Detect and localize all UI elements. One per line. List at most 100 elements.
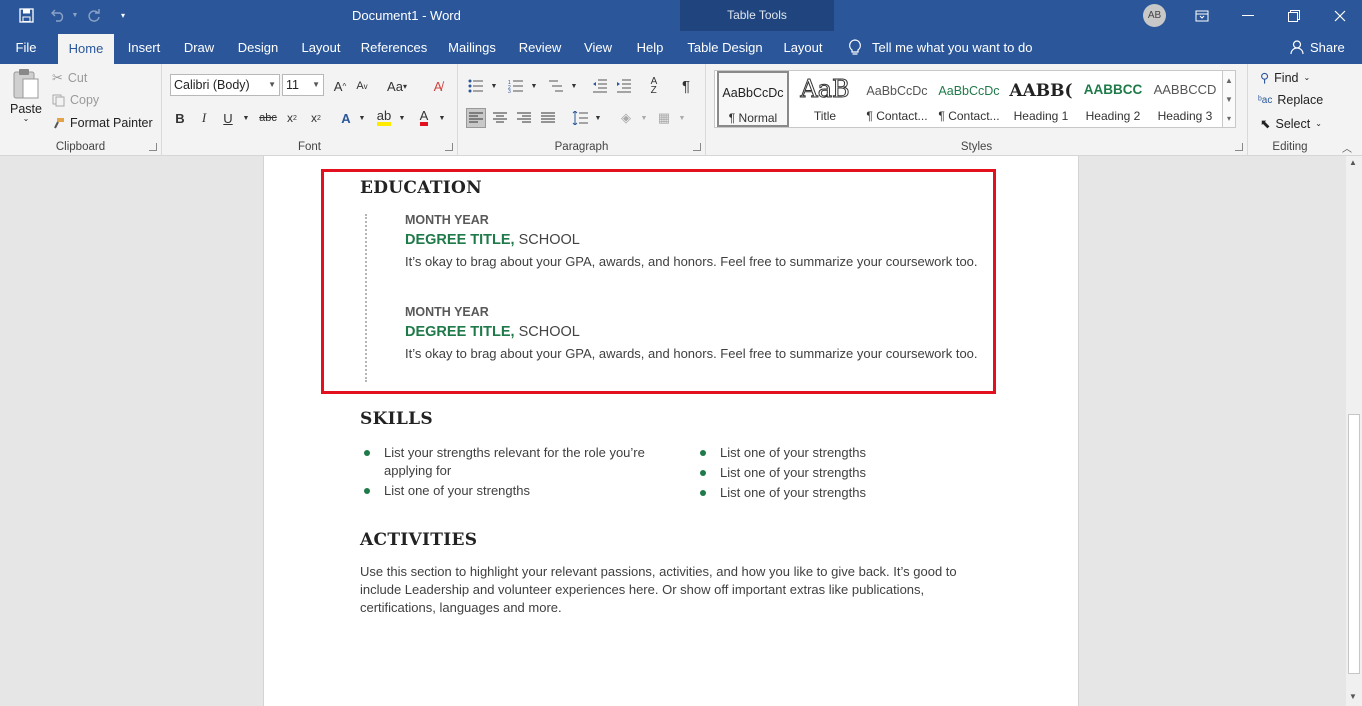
subscript-icon[interactable]: x2 bbox=[282, 108, 302, 128]
tab-table-design[interactable]: Table Design bbox=[684, 31, 766, 64]
superscript-icon[interactable]: x2 bbox=[306, 108, 326, 128]
decrease-indent-icon[interactable] bbox=[590, 76, 610, 96]
cut-button[interactable]: ✂ Cut bbox=[52, 70, 87, 86]
align-center-icon[interactable] bbox=[490, 108, 510, 128]
undo-dropdown-icon[interactable]: ▼ bbox=[70, 0, 80, 31]
tab-design[interactable]: Design bbox=[232, 31, 284, 64]
find-button[interactable]: ⚲ Find ⌄ bbox=[1260, 70, 1310, 86]
change-case-icon[interactable]: Aa ▾ bbox=[384, 76, 410, 96]
shading-icon[interactable]: ◈ bbox=[616, 108, 636, 128]
chevron-down-icon[interactable]: ▼ bbox=[564, 76, 584, 96]
multilevel-list-icon[interactable] bbox=[546, 76, 566, 96]
tab-help[interactable]: Help bbox=[630, 31, 670, 64]
font-group: Calibri (Body) ▼ 11 ▼ A ^ Av Aa ▾ A̸ B I U ▼… bbox=[162, 64, 458, 156]
style-contact-2[interactable]: AaBbCcDc ¶ Contact... bbox=[933, 71, 1005, 127]
tab-home[interactable]: Home bbox=[58, 34, 114, 64]
increase-indent-icon[interactable] bbox=[614, 76, 634, 96]
chevron-down-icon[interactable]: ▼ bbox=[392, 108, 412, 128]
ribbon: Paste ⌄ ✂ Cut Copy Format Painter Clipbo… bbox=[0, 64, 1362, 156]
line-spacing-icon[interactable] bbox=[570, 108, 590, 128]
dialog-launcher-icon[interactable] bbox=[693, 143, 701, 151]
tab-insert[interactable]: Insert bbox=[122, 31, 166, 64]
chevron-down-icon[interactable]: ▼ bbox=[352, 108, 372, 128]
style-name: Title bbox=[813, 109, 837, 123]
save-icon[interactable] bbox=[14, 0, 38, 31]
avatar[interactable]: AB bbox=[1143, 4, 1166, 27]
magnifier-icon: ⚲ bbox=[1260, 71, 1270, 85]
highlight-color-icon[interactable]: ab bbox=[374, 108, 394, 128]
document-page[interactable]: EDUCATION MONTH YEAR DEGREE TITLE, SCHOO… bbox=[263, 156, 1079, 706]
shrink-font-icon[interactable]: Av bbox=[352, 76, 372, 96]
numbering-icon[interactable]: 123 bbox=[506, 76, 526, 96]
style-title[interactable]: AaB Title bbox=[789, 71, 861, 127]
share-button[interactable]: Share bbox=[1290, 31, 1345, 64]
font-size-dropdown[interactable]: 11 ▼ bbox=[282, 74, 324, 96]
borders-icon[interactable]: ▦ bbox=[654, 108, 674, 128]
close-icon[interactable] bbox=[1328, 0, 1352, 31]
align-right-icon[interactable] bbox=[514, 108, 534, 128]
lightbulb-icon bbox=[849, 39, 861, 55]
degree-title: DEGREE TITLE, bbox=[405, 324, 515, 340]
paragraph-label: Paragraph bbox=[554, 141, 609, 153]
dialog-launcher-icon[interactable] bbox=[149, 143, 157, 151]
undo-icon[interactable] bbox=[46, 0, 70, 31]
pilcrow-icon[interactable]: ¶ bbox=[676, 76, 696, 96]
tab-file[interactable]: File bbox=[8, 31, 44, 64]
tab-draw[interactable]: Draw bbox=[178, 31, 220, 64]
align-left-icon[interactable] bbox=[466, 108, 486, 128]
bullets-icon[interactable] bbox=[466, 76, 486, 96]
minimize-icon[interactable] bbox=[1236, 0, 1260, 31]
chevron-down-icon[interactable]: ▼ bbox=[588, 108, 608, 128]
styles-scroll[interactable]: ▲ ▼ ▾ bbox=[1222, 70, 1236, 128]
font-name-dropdown[interactable]: Calibri (Body) ▼ bbox=[170, 74, 280, 96]
underline-icon[interactable]: U bbox=[218, 108, 238, 128]
chevron-down-icon[interactable]: ▼ bbox=[484, 76, 504, 96]
chevron-down-icon: ▼ bbox=[268, 80, 276, 89]
copy-button[interactable]: Copy bbox=[52, 93, 99, 107]
redo-icon[interactable] bbox=[84, 0, 104, 31]
style-heading-1[interactable]: AABB(Heading 1 bbox=[1005, 71, 1077, 127]
style-contact-1[interactable]: AaBbCcDc ¶ Contact... bbox=[861, 71, 933, 127]
font-color-icon[interactable]: A bbox=[414, 108, 434, 128]
collapse-ribbon-icon[interactable]: ︿ bbox=[1342, 140, 1352, 155]
scroll-up-icon[interactable]: ▲ bbox=[1349, 158, 1357, 167]
justify-icon[interactable] bbox=[538, 108, 558, 128]
tell-me-search[interactable]: Tell me what you want to do bbox=[848, 31, 1032, 64]
grow-font-icon[interactable]: A ^ bbox=[330, 76, 350, 96]
italic-icon[interactable]: I bbox=[194, 108, 214, 128]
replace-button[interactable]: ᵇac Replace bbox=[1258, 93, 1323, 107]
ribbon-display-options-icon[interactable] bbox=[1190, 0, 1214, 31]
paste-button[interactable]: Paste ⌄ bbox=[8, 68, 44, 123]
tab-table-layout[interactable]: Layout bbox=[778, 31, 828, 64]
style-normal[interactable]: AaBbCcDc ¶ Normal bbox=[717, 71, 789, 127]
chevron-down-icon: ⌄ bbox=[1315, 119, 1322, 128]
style-heading-3[interactable]: AABBCCD Heading 3 bbox=[1149, 71, 1221, 127]
strikethrough-icon[interactable]: abc bbox=[258, 108, 278, 128]
sort-icon[interactable]: AZ bbox=[644, 76, 664, 96]
tab-references[interactable]: References bbox=[358, 31, 430, 64]
tab-layout[interactable]: Layout bbox=[296, 31, 346, 64]
table-tools-label: Table Tools bbox=[727, 8, 787, 22]
customize-toolbar-icon[interactable]: ▾ bbox=[114, 0, 132, 31]
clear-formatting-icon[interactable]: A̸ bbox=[428, 76, 448, 96]
dialog-launcher-icon[interactable] bbox=[445, 143, 453, 151]
tab-review[interactable]: Review bbox=[514, 31, 566, 64]
chevron-down-icon[interactable]: ▼ bbox=[236, 108, 256, 128]
scroll-down-icon[interactable]: ▼ bbox=[1349, 692, 1357, 701]
chevron-down-icon[interactable]: ▼ bbox=[524, 76, 544, 96]
chevron-down-icon[interactable]: ▼ bbox=[634, 108, 654, 128]
tab-view[interactable]: View bbox=[578, 31, 618, 64]
vertical-scrollbar[interactable]: ▲ ▼ bbox=[1346, 156, 1362, 706]
format-painter-button[interactable]: Format Painter bbox=[52, 116, 153, 130]
style-heading-2[interactable]: AABBCC Heading 2 bbox=[1077, 71, 1149, 127]
chevron-down-icon[interactable]: ▼ bbox=[672, 108, 692, 128]
scrollbar-thumb[interactable] bbox=[1348, 414, 1360, 674]
style-name: Heading 3 bbox=[1157, 109, 1213, 123]
chevron-down-icon[interactable]: ▼ bbox=[432, 108, 452, 128]
select-button[interactable]: ⬉ Select ⌄ bbox=[1260, 116, 1322, 132]
cursor-icon: ⬉ bbox=[1260, 117, 1271, 131]
bold-icon[interactable]: B bbox=[170, 108, 190, 128]
restore-icon[interactable] bbox=[1282, 0, 1306, 31]
dialog-launcher-icon[interactable] bbox=[1235, 143, 1243, 151]
tab-mailings[interactable]: Mailings bbox=[442, 31, 502, 64]
